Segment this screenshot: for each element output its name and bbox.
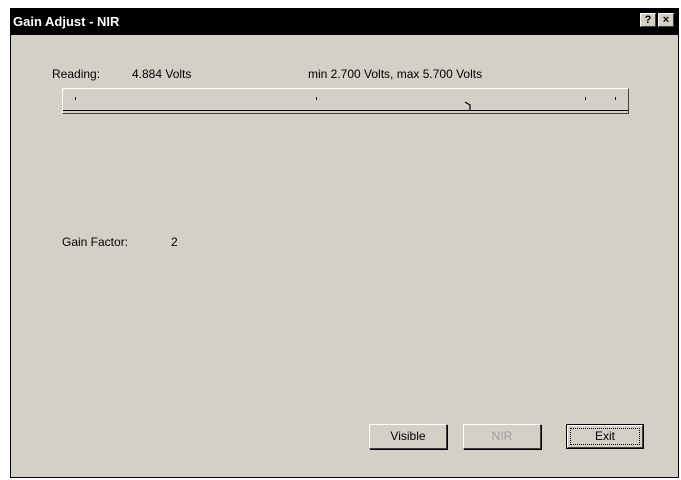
slider-tick bbox=[615, 97, 616, 100]
visible-button[interactable]: Visible bbox=[369, 424, 447, 449]
gain-adjust-dialog: Gain Adjust - NIR ? × Reading: 4.884 Vol… bbox=[10, 8, 679, 478]
window-title: Gain Adjust - NIR bbox=[13, 14, 120, 29]
exit-button[interactable]: Exit bbox=[566, 424, 644, 449]
slider-tick bbox=[316, 97, 317, 100]
exit-button-label: Exit bbox=[594, 429, 615, 443]
reading-slider[interactable] bbox=[62, 88, 629, 114]
visible-button-label: Visible bbox=[390, 429, 426, 443]
gain-factor-label: Gain Factor: bbox=[62, 235, 129, 249]
gain-factor-value: 2 bbox=[171, 235, 178, 249]
nir-button-label: NIR bbox=[491, 429, 513, 443]
slider-tick bbox=[75, 97, 76, 100]
title-bar: Gain Adjust - NIR ? × bbox=[11, 9, 678, 35]
nir-button: NIR bbox=[463, 424, 541, 449]
close-button[interactable]: × bbox=[658, 13, 674, 27]
reading-value: 4.884 Volts bbox=[132, 67, 192, 81]
help-button[interactable]: ? bbox=[640, 13, 656, 27]
slider-track bbox=[63, 110, 628, 111]
range-text: min 2.700 Volts, max 5.700 Volts bbox=[308, 67, 483, 81]
slider-thumb[interactable] bbox=[464, 101, 472, 111]
reading-label: Reading: bbox=[52, 67, 101, 81]
slider-tick bbox=[585, 97, 586, 100]
